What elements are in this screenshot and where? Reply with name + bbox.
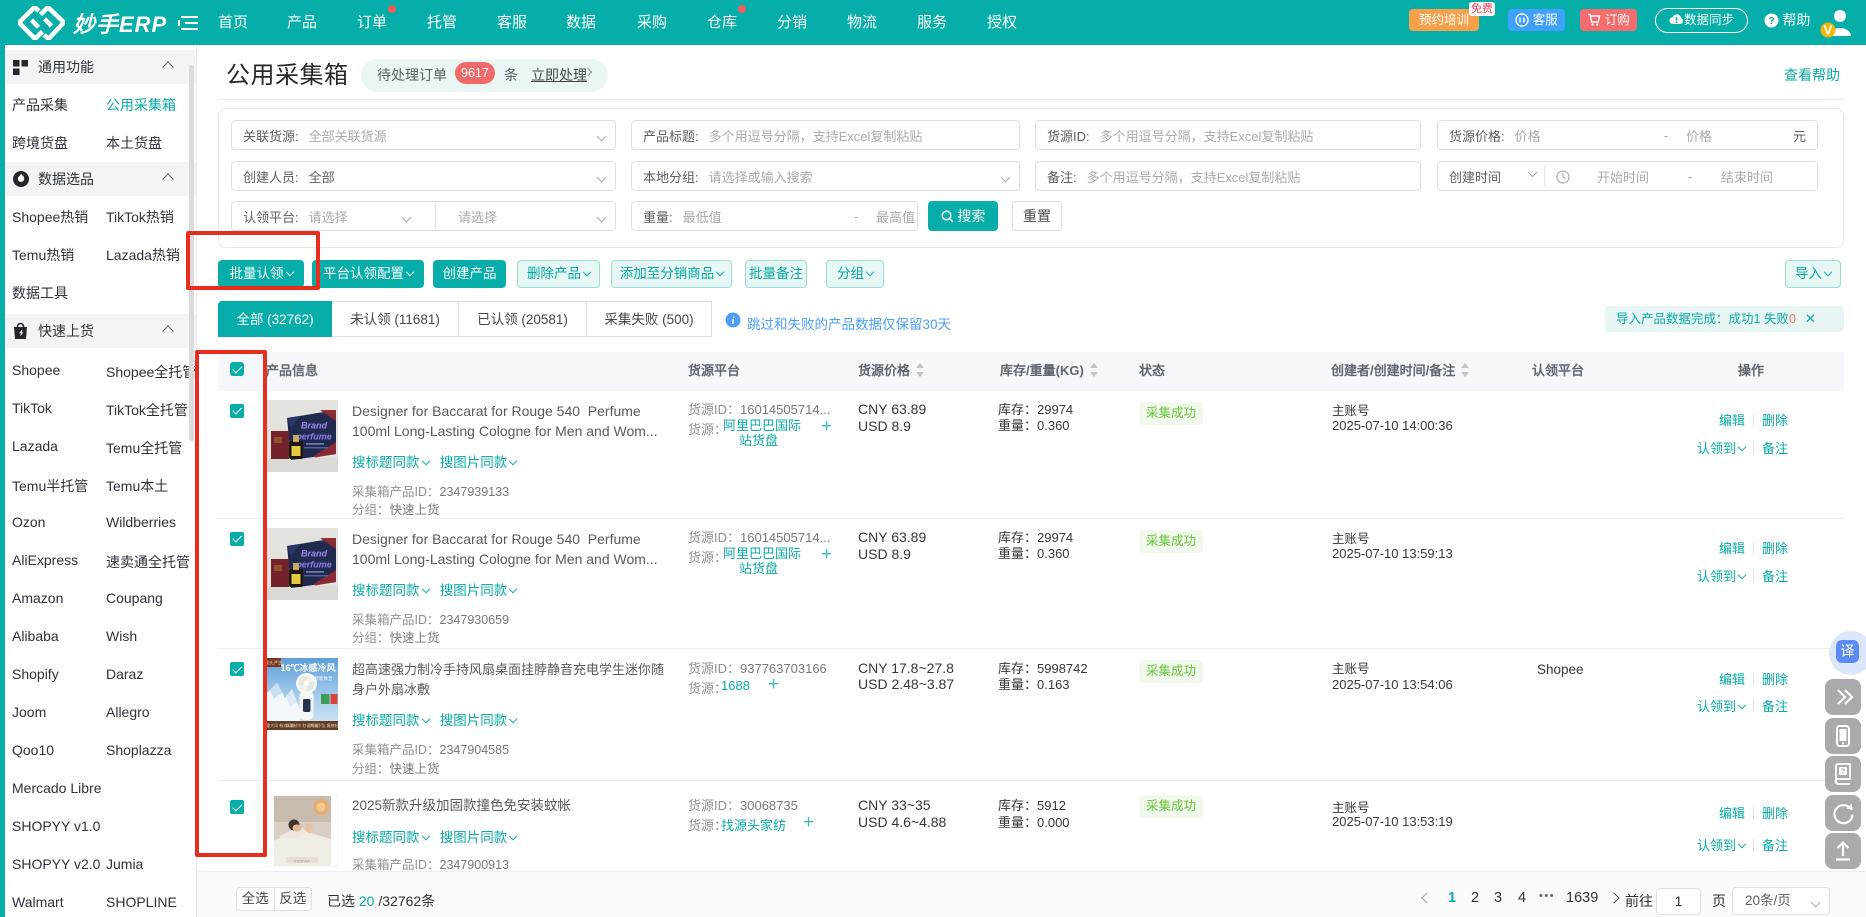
svg-text:perfume: perfume bbox=[295, 559, 332, 569]
svg-text:Brand: Brand bbox=[301, 548, 328, 558]
svg-text:?: ? bbox=[1768, 16, 1774, 27]
svg-text:智能数显: 智能数显 bbox=[315, 675, 333, 682]
svg-text:Brand: Brand bbox=[301, 420, 328, 430]
svg-text:V: V bbox=[1824, 23, 1833, 38]
svg-text:?: ? bbox=[1841, 769, 1845, 776]
svg-text:perfume: perfume bbox=[295, 431, 332, 441]
svg-text:16℃冰感冷风: 16℃冰感冷风 bbox=[280, 662, 335, 673]
svg-text:KISSVIA: KISSVIA bbox=[294, 859, 310, 864]
